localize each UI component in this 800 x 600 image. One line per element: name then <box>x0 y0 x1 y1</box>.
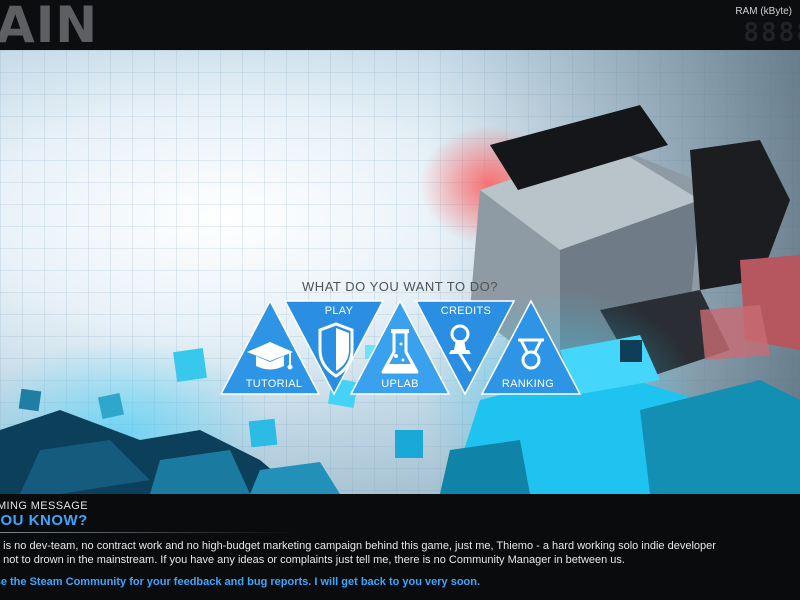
menu-label-tutorial: TUTORIAL <box>245 378 303 390</box>
ram-label: RAM (kByte) <box>735 6 792 17</box>
message-divider <box>0 532 296 533</box>
message-body: e is no dev-team, no contract work and n… <box>0 539 800 567</box>
message-body-line-2: g not to drown in the mainstream. If you… <box>0 554 625 566</box>
message-title: YOU KNOW? <box>0 512 88 529</box>
background-art <box>0 50 800 494</box>
message-call-to-action: use the Steam Community for your feedbac… <box>0 576 481 588</box>
main-menu: TUTORIAL PLAY UPLAB CREDITS RANKING <box>219 299 582 396</box>
message-body-line-1: e is no dev-team, no contract work and n… <box>0 540 716 552</box>
menu-label-credits: CREDITS <box>440 305 492 317</box>
message-panel: OMING MESSAGE YOU KNOW? e is no dev-team… <box>0 494 800 600</box>
game-title: AIN <box>0 0 99 50</box>
ram-counter: 8888 <box>743 18 800 48</box>
menu-prompt: WHAT DO YOU WANT TO DO? <box>302 279 498 294</box>
message-kicker: OMING MESSAGE <box>0 500 88 512</box>
menu-label-play: PLAY <box>324 305 354 317</box>
background-scene: WHAT DO YOU WANT TO DO? TUTORIAL PLAY UP… <box>0 50 800 494</box>
menu-label-ranking: RANKING <box>501 378 555 390</box>
menu-label-uplab: UPLAB <box>381 378 419 390</box>
top-bar: AIN RAM (kByte) 8888 <box>0 0 800 50</box>
